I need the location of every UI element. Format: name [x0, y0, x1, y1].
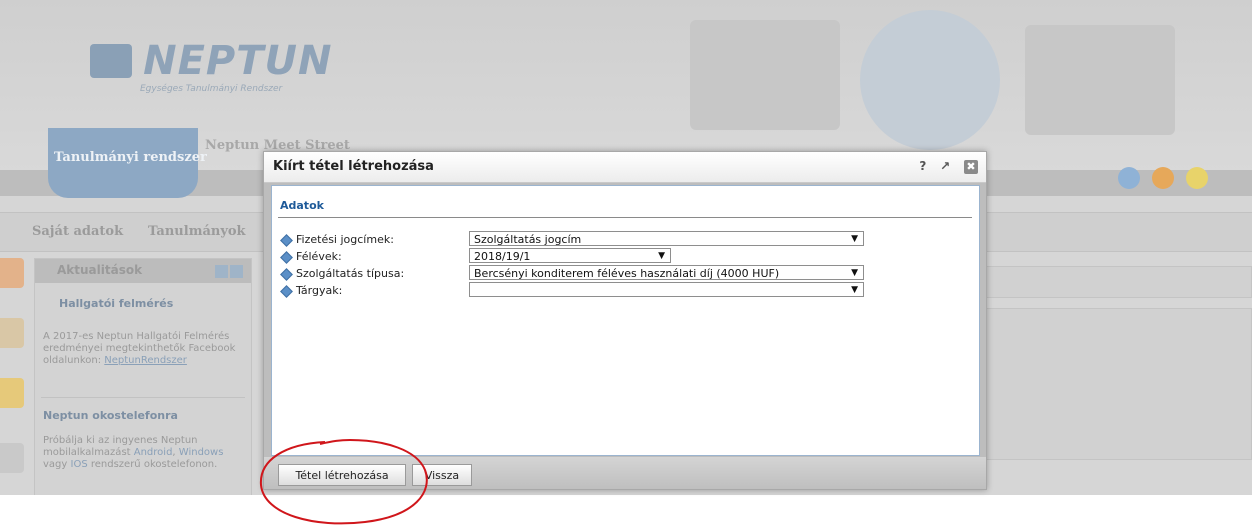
header-decoration-left	[690, 20, 840, 130]
logo-icon	[90, 44, 132, 78]
dialog-controls: ? ↗ ✖	[909, 159, 978, 174]
field-label: Fizetési jogcímek:	[296, 233, 394, 246]
news-item-text: A 2017-es Neptun Hallgatói Felmérés ered…	[43, 331, 243, 367]
color-wheel-icon[interactable]	[1152, 167, 1174, 189]
create-item-dialog: Kiírt tétel létrehozása ? ↗ ✖ Adatok Fiz…	[263, 151, 987, 490]
dropdown-arrow-icon: ▼	[851, 285, 858, 295]
logo-word: NEPTUN	[143, 38, 333, 84]
globe-icon[interactable]	[1118, 167, 1140, 189]
bullet-diamond-icon	[280, 268, 293, 281]
tab-tanulmanyi-rendszer-label: Tanulmányi rendszer	[54, 150, 207, 165]
android-link[interactable]: Android	[134, 447, 173, 458]
news-item-body: vagy	[43, 459, 71, 470]
right-panel	[960, 258, 1252, 495]
bullet-diamond-icon	[280, 285, 293, 298]
header-decoration-right	[1025, 25, 1175, 135]
close-icon[interactable]	[230, 265, 243, 278]
neptunrendszer-link[interactable]: NeptunRendszer	[104, 355, 187, 366]
bullet-diamond-icon	[280, 251, 293, 264]
calendar-icon[interactable]	[0, 443, 24, 473]
refresh-icon[interactable]	[215, 265, 228, 278]
section-divider	[278, 217, 972, 218]
left-shortcut-column	[0, 258, 30, 495]
news-item-text: Próbálja ki az ingyenes Neptun mobilalka…	[43, 435, 243, 471]
popout-icon[interactable]: ↗	[940, 159, 950, 173]
targyak-select[interactable]: ▼	[469, 282, 864, 297]
field-label: Félévek:	[296, 250, 342, 263]
logo-subtitle: Egységes Tanulmányi Rendszer	[140, 84, 283, 94]
ios-link[interactable]: IOS	[71, 459, 88, 470]
news-panel-title: Aktualitások	[57, 263, 143, 277]
neptun-logo: NEPTUN Egységes Tanulmányi Rendszer	[90, 38, 333, 94]
star-icon[interactable]	[0, 378, 24, 408]
select-value: 2018/19/1	[474, 250, 531, 263]
news-panel-header: Aktualitások	[35, 259, 251, 283]
right-panel-box	[960, 308, 1252, 460]
mail-icon[interactable]	[0, 318, 24, 348]
news-panel: Aktualitások Hallgatói felmérés A 2017-e…	[34, 258, 252, 495]
back-button[interactable]: Vissza	[412, 464, 472, 486]
dropdown-arrow-icon: ▼	[851, 268, 858, 278]
field-label: Szolgáltatás típusa:	[296, 267, 405, 280]
section-title: Adatok	[280, 199, 324, 212]
menu-item-tanulmanyok[interactable]: Tanulmányok	[148, 224, 246, 239]
fizetesi-jogcimek-select[interactable]: Szolgáltatás jogcím ▼	[469, 231, 864, 246]
dialog-body: Adatok Fizetési jogcímek: Szolgáltatás j…	[271, 185, 980, 456]
create-item-button[interactable]: Tétel létrehozása	[278, 464, 406, 486]
smiley-icon[interactable]	[1186, 167, 1208, 189]
menu-item-sajat-adatok[interactable]: Saját adatok	[32, 224, 123, 239]
news-item-title: Neptun okostelefonra	[43, 409, 178, 422]
close-icon[interactable]: ✖	[964, 160, 978, 174]
dropdown-arrow-icon: ▼	[851, 234, 858, 244]
windows-link[interactable]: Windows	[179, 447, 224, 458]
select-value: Szolgáltatás jogcím	[474, 233, 582, 246]
dialog-titlebar: Kiírt tétel létrehozása ? ↗ ✖	[264, 152, 986, 183]
felevek-select[interactable]: 2018/19/1 ▼	[469, 248, 671, 263]
field-label: Tárgyak:	[296, 284, 343, 297]
shortcut-a-icon[interactable]	[0, 258, 24, 288]
dialog-footer: Tétel létrehozása Vissza	[264, 457, 986, 489]
header-decoration-center	[860, 10, 1000, 150]
szolgaltatas-tipusa-select[interactable]: Bercsényi konditerem féléves használati …	[469, 265, 864, 280]
select-value: Bercsényi konditerem féléves használati …	[474, 267, 780, 280]
news-item-body: rendszerű okostelefonon.	[87, 459, 218, 470]
dialog-title: Kiírt tétel létrehozása	[273, 159, 434, 174]
bullet-diamond-icon	[280, 234, 293, 247]
help-icon[interactable]: ?	[919, 159, 926, 173]
news-panel-controls	[213, 263, 243, 282]
news-divider	[41, 397, 245, 398]
right-panel-box	[960, 266, 1252, 298]
news-item-title: Hallgatói felmérés	[59, 297, 174, 310]
dropdown-arrow-icon: ▼	[658, 251, 665, 261]
header-icons	[1118, 167, 1220, 193]
